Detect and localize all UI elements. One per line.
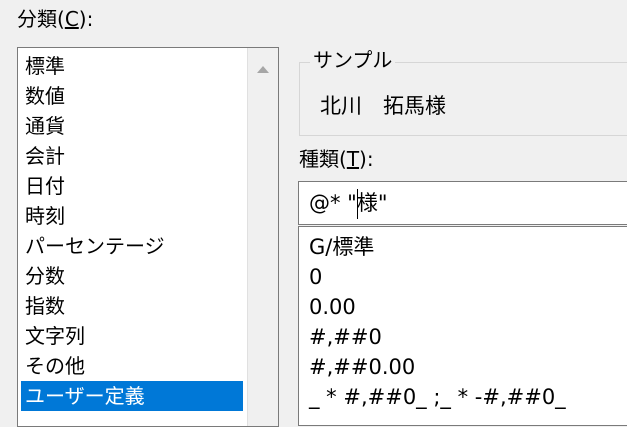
category-item[interactable]: 文字列: [21, 321, 243, 351]
category-listbox[interactable]: 標準 数値 通貨 会計 日付 時刻 パーセンテージ 分数 指数 文字列 その他 …: [17, 47, 279, 427]
category-item[interactable]: パーセンテージ: [21, 231, 243, 261]
category-scrollbar[interactable]: [247, 48, 278, 426]
format-item[interactable]: G/標準: [309, 232, 566, 262]
scroll-up-arrow-icon[interactable]: [257, 66, 269, 73]
category-item[interactable]: 数値: [21, 81, 243, 111]
format-listbox[interactable]: G/標準 0 0.00 #,##0 #,##0.00 _ * #,##0_ ;_…: [298, 226, 627, 426]
type-label: 種類(T):: [299, 147, 374, 171]
category-item[interactable]: 通貨: [21, 111, 243, 141]
format-code-input[interactable]: @* "様": [298, 181, 627, 225]
category-item[interactable]: 指数: [21, 291, 243, 321]
sample-legend: サンプル: [310, 47, 396, 73]
category-item-selected[interactable]: ユーザー定義: [21, 381, 243, 411]
category-item[interactable]: その他: [21, 351, 243, 381]
sample-value: 北川 拓馬様: [320, 94, 446, 118]
format-item[interactable]: 0.00: [309, 292, 566, 322]
format-item[interactable]: 0: [309, 262, 566, 292]
category-item[interactable]: 日付: [21, 171, 243, 201]
format-item[interactable]: _ * #,##0_ ;_ * -#,##0_: [309, 382, 566, 412]
format-item[interactable]: #,##0.00: [309, 352, 566, 382]
category-list: 標準 数値 通貨 会計 日付 時刻 パーセンテージ 分数 指数 文字列 その他 …: [21, 51, 243, 411]
format-code-value: @* "様": [309, 191, 388, 215]
text-caret: [357, 189, 358, 219]
category-item[interactable]: 標準: [21, 51, 243, 81]
category-item[interactable]: 会計: [21, 141, 243, 171]
format-item[interactable]: #,##0: [309, 322, 566, 352]
format-list: G/標準 0 0.00 #,##0 #,##0.00 _ * #,##0_ ;_…: [309, 232, 566, 412]
category-label: 分類(C):: [17, 7, 94, 31]
category-item[interactable]: 分数: [21, 261, 243, 291]
category-item[interactable]: 時刻: [21, 201, 243, 231]
